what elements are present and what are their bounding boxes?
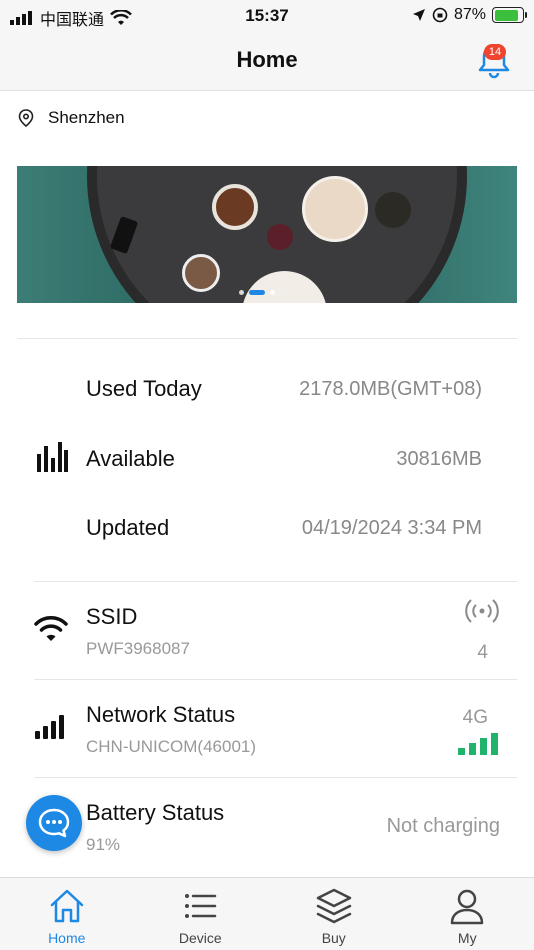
carousel-dot[interactable] [239, 290, 244, 295]
battery-percent: 87% [453, 6, 486, 23]
network-title: Network Status [86, 702, 236, 727]
tab-my-label: My [457, 930, 477, 946]
banner-dish [267, 224, 293, 250]
tab-buy-label: Buy [321, 930, 346, 946]
list-icon [185, 894, 217, 918]
battery-icon [492, 7, 527, 23]
updated-value: 04/19/2024 3:34 PM [301, 517, 482, 539]
section-divider [17, 338, 517, 339]
battery-fill [494, 9, 518, 21]
tab-device[interactable]: Device [134, 878, 268, 950]
network-operator: CHN-UNICOM(46001) [86, 737, 257, 756]
updated-label: Updated [86, 515, 170, 540]
broadcast-icon [465, 599, 499, 623]
carousel-indicator [239, 290, 275, 295]
tab-my[interactable]: My [401, 878, 534, 950]
tab-home-label: Home [48, 930, 86, 946]
tab-home[interactable]: Home [0, 878, 134, 950]
battery-charging-status: Not charging [386, 815, 500, 837]
banner-dish [212, 184, 258, 230]
tab-buy[interactable]: Buy [267, 878, 401, 950]
usage-bars-icon [37, 442, 68, 472]
location-row[interactable]: Shenzhen [18, 108, 125, 128]
notifications-button[interactable]: 14 [474, 40, 514, 80]
section-divider [34, 581, 517, 582]
available-value: 30816MB [396, 448, 482, 470]
orientation-lock-icon [432, 7, 448, 23]
status-bar: 中国联通 15:37 87% [0, 0, 534, 32]
ssid-name: PWF3968087 [86, 639, 190, 658]
notification-badge: 14 [484, 44, 506, 60]
location-pin-icon [18, 109, 34, 127]
ssid-title: SSID [86, 604, 138, 629]
chat-button[interactable] [26, 795, 82, 851]
page-title: Home [236, 47, 298, 72]
wifi-icon [34, 616, 68, 641]
used-today-value: 2178.0MB(GMT+08) [299, 378, 482, 400]
tab-device-label: Device [178, 930, 222, 946]
used-today-label: Used Today [86, 376, 202, 401]
banner-carousel[interactable] [17, 166, 517, 303]
tab-bar: Home Device Buy My [0, 877, 534, 950]
network-strength-icon [458, 733, 498, 755]
section-divider [34, 777, 517, 778]
ssid-device-count: 4 [477, 642, 488, 663]
network-signal-icon [35, 715, 64, 739]
section-divider [34, 679, 517, 680]
status-right: 87% [412, 6, 527, 24]
app-header: Home 14 [0, 32, 534, 91]
layers-icon [316, 888, 351, 924]
location-city: Shenzhen [48, 108, 125, 127]
user-icon [451, 889, 484, 925]
banner-dish [302, 176, 368, 242]
location-arrow-icon [412, 9, 425, 21]
battery-level: 91% [86, 835, 121, 854]
chat-bubble-icon [38, 808, 70, 838]
available-label: Available [86, 446, 175, 471]
banner-dish [375, 192, 411, 228]
banner-dish [182, 254, 220, 292]
carousel-dot[interactable] [270, 290, 275, 295]
carousel-dot-active[interactable] [249, 290, 265, 295]
home-icon [50, 889, 83, 923]
network-type: 4G [462, 707, 488, 728]
battery-title: Battery Status [86, 800, 225, 825]
